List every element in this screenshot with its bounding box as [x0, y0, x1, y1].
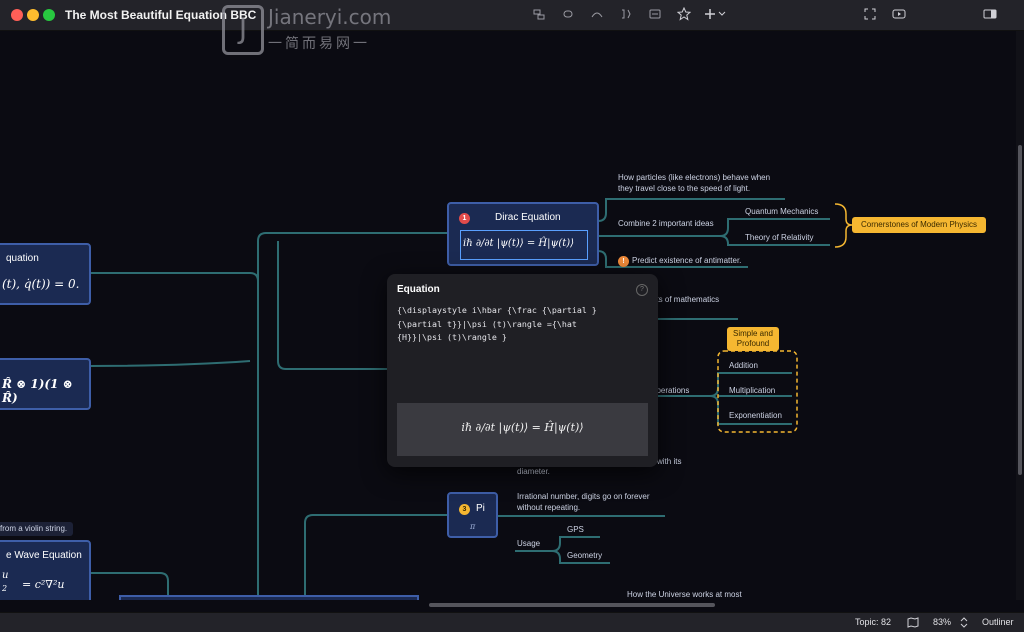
- horizontal-scroll-thumb[interactable]: [429, 603, 715, 607]
- violin-label: from a violin string.: [0, 522, 74, 536]
- topic-count: Topic: 82: [855, 617, 892, 627]
- pi-node[interactable]: 3 Pi π: [447, 492, 498, 538]
- addition-label: Addition: [729, 361, 758, 370]
- priority-badge: 1: [459, 213, 470, 224]
- pi-priority-badge: 3: [459, 504, 470, 515]
- note-icon[interactable]: [648, 7, 662, 21]
- minimize-window-button[interactable]: [27, 9, 39, 21]
- status-bar: Topic: 82 83% Outliner: [0, 612, 1024, 632]
- left-node-operator[interactable]: R̂ ⊗ 1)(1 ⊗ R̂): [0, 358, 91, 410]
- sidebar-icon[interactable]: [983, 7, 997, 21]
- antimatter-label: Predict existence of antimatter.: [632, 256, 742, 265]
- left-node-equation[interactable]: quation (t), q̇(t)) = 0.: [0, 243, 91, 305]
- left-node-wave-equation[interactable]: e Wave Equation u 2 = c²∇²u: [0, 540, 91, 600]
- quantum-mechanics-label: Quantum Mechanics: [745, 207, 819, 216]
- wave-math: = c²∇²u: [22, 578, 65, 591]
- equation-preview-math: iℏ ∂/∂t |ψ(t)⟩ = Ĥ|ψ(t)⟩: [461, 421, 584, 434]
- relationship-icon[interactable]: [561, 7, 575, 21]
- dirac-math: iℏ ∂/∂t |ψ(t)⟩ = Ĥ|ψ(t)⟩: [463, 238, 575, 249]
- vertical-scrollbar[interactable]: [1016, 31, 1024, 600]
- help-icon[interactable]: ?: [636, 284, 648, 296]
- particles-line-2: they travel close to the speed of light.: [618, 184, 751, 193]
- irrational-label: Irrational number, digits go on forever …: [517, 491, 650, 513]
- elements-label: nts of mathematics: [652, 295, 720, 304]
- title-bar: The Most Beautiful Equation BBC: [0, 0, 1024, 31]
- gps-label: GPS: [567, 525, 584, 534]
- relativity-label: Theory of Relativity: [745, 233, 814, 242]
- irrational-line-2: without repeating.: [517, 503, 581, 512]
- usage-label: Usage: [517, 539, 541, 548]
- pi-title: Pi: [476, 503, 485, 514]
- map-icon[interactable]: [907, 617, 919, 628]
- close-window-button[interactable]: [11, 9, 23, 21]
- fullscreen-icon[interactable]: [863, 7, 877, 21]
- vertical-scroll-thumb[interactable]: [1018, 145, 1022, 475]
- profound-line: Profound: [736, 339, 770, 348]
- geometry-label: Geometry: [567, 551, 603, 560]
- zoom-level[interactable]: 83%: [933, 617, 951, 627]
- boundary-icon[interactable]: [590, 7, 604, 21]
- popup-title: Equation: [397, 284, 440, 295]
- particles-label: How particles (like electrons) behave wh…: [618, 172, 770, 194]
- with-its-label: with its: [657, 457, 682, 466]
- wave-equation-title: e Wave Equation: [6, 550, 82, 561]
- present-icon[interactable]: [892, 7, 906, 21]
- star-icon[interactable]: [677, 7, 691, 21]
- equation-selection[interactable]: iℏ ∂/∂t |ψ(t)⟩ = Ĥ|ψ(t)⟩: [460, 230, 588, 260]
- summary-icon[interactable]: [619, 7, 633, 21]
- dirac-title: Dirac Equation: [495, 212, 561, 223]
- cornerstones-summary[interactable]: Cornerstones of Modern Physics: [852, 217, 986, 233]
- irrational-line-1: Irrational number, digits go on forever: [517, 492, 650, 501]
- wave-math-top: u: [2, 570, 9, 581]
- latex-code-input[interactable]: {\displaystyle i\hbar {\frac {\partial }…: [397, 304, 647, 345]
- left-node-operator-math: R̂ ⊗ 1)(1 ⊗ R̂): [2, 377, 73, 405]
- zoom-stepper-icon[interactable]: [960, 617, 968, 628]
- exponentiation-label: Exponentiation: [729, 411, 782, 420]
- simple-profound-label[interactable]: Simple and Profound: [727, 327, 779, 351]
- diameter-label: diameter.: [517, 467, 550, 476]
- outliner-button[interactable]: Outliner: [982, 617, 1014, 627]
- universe-label: How the Universe works at most: [627, 590, 742, 599]
- wave-math-left: 2: [2, 584, 8, 593]
- subtopic-icon[interactable]: [532, 7, 546, 21]
- pi-symbol: π: [470, 522, 476, 531]
- multiplication-label: Multiplication: [729, 386, 776, 395]
- simple-line: Simple and: [732, 329, 774, 338]
- combine-label: Combine 2 important ideas: [618, 219, 714, 228]
- equation-editor-popup[interactable]: Equation ? {\displaystyle i\hbar {\frac …: [387, 274, 658, 467]
- equation-preview: iℏ ∂/∂t |ψ(t)⟩ = Ĥ|ψ(t)⟩: [397, 403, 648, 456]
- zoom-window-button[interactable]: [43, 9, 55, 21]
- watermark-text: Jianeryi.com: [268, 5, 392, 29]
- particles-line-1: How particles (like electrons) behave wh…: [618, 173, 771, 182]
- alert-badge: !: [618, 256, 629, 267]
- left-node-equation-math: (t), q̇(t)) = 0.: [2, 277, 80, 291]
- left-node-equation-title: quation: [6, 253, 39, 264]
- dirac-equation-node[interactable]: 1 Dirac Equation iℏ ∂/∂t |ψ(t)⟩ = Ĥ|ψ(t)…: [447, 202, 599, 266]
- add-icon[interactable]: [704, 7, 728, 21]
